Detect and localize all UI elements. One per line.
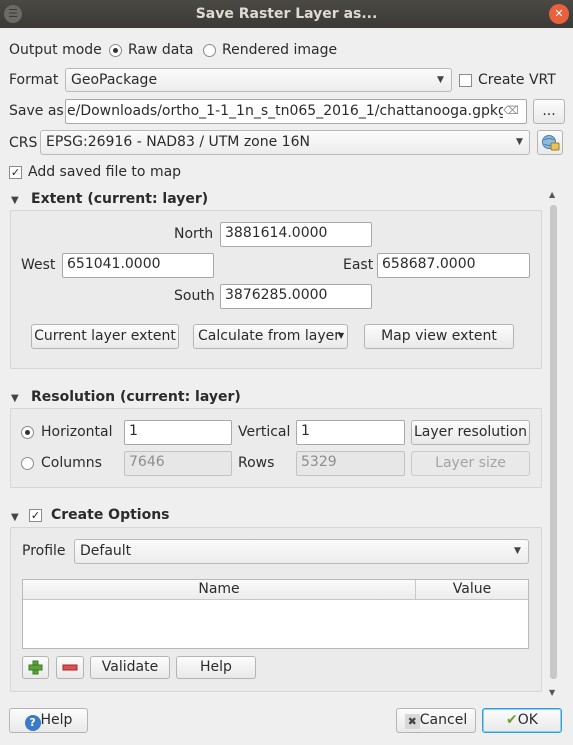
south-input[interactable]: 3876285.0000 <box>220 284 372 309</box>
minus-icon <box>62 664 78 671</box>
horizontal-label[interactable]: Horizontal <box>41 424 112 440</box>
chevron-down-icon: ▼ <box>514 546 521 556</box>
plus-icon <box>28 660 43 675</box>
add-to-map-checkbox[interactable]: ✓ <box>9 166 22 179</box>
close-icon[interactable]: ✕ <box>549 4 569 24</box>
east-label: East <box>343 257 374 273</box>
chevron-down-icon: ▼ <box>516 137 523 147</box>
profile-label: Profile <box>22 543 66 559</box>
browse-button[interactable]: ... <box>533 99 565 124</box>
cancel-button[interactable]: ✖ Cancel <box>396 708 476 733</box>
create-options-title[interactable]: Create Options <box>51 507 170 523</box>
validate-button[interactable]: Validate <box>90 656 170 679</box>
options-help-button[interactable]: Help <box>176 656 256 679</box>
chevron-down-icon: ▼ <box>437 75 444 85</box>
extent-section-title[interactable]: Extent (current: layer) <box>31 191 208 207</box>
profile-value: Default <box>80 543 132 559</box>
layer-size-button: Layer size <box>411 451 530 476</box>
checkmark-icon: ✔ <box>506 712 518 728</box>
crs-select[interactable]: EPSG:26916 - NAD83 / UTM zone 16N ▼ <box>40 130 530 155</box>
output-mode-label: Output mode <box>9 42 102 58</box>
help-label: Help <box>40 712 73 728</box>
format-select[interactable]: GeoPackage ▼ <box>65 68 452 92</box>
current-layer-extent-button[interactable]: Current layer extent <box>31 324 179 349</box>
rows-input: 5329 <box>296 451 405 476</box>
rendered-image-label[interactable]: Rendered image <box>222 42 337 58</box>
crs-label: CRS <box>9 135 38 151</box>
east-input[interactable]: 658687.0000 <box>377 253 530 278</box>
crs-value: EPSG:26916 - NAD83 / UTM zone 16N <box>46 134 310 150</box>
cancel-icon: ✖ <box>404 714 420 729</box>
globe-icon <box>542 135 560 151</box>
clear-icon[interactable]: ⌫ <box>503 104 519 118</box>
north-label: North <box>174 226 214 242</box>
crs-selector-button[interactable] <box>537 130 563 155</box>
horizontal-input[interactable]: 1 <box>124 420 232 445</box>
profile-select[interactable]: Default ▼ <box>74 539 529 564</box>
scroll-down-icon[interactable]: ▼ <box>549 688 555 697</box>
window-title: Save Raster Layer as... <box>195 6 378 22</box>
create-vrt-label[interactable]: Create VRT <box>478 72 556 88</box>
west-input[interactable]: 651041.0000 <box>62 253 214 278</box>
columns-label[interactable]: Columns <box>41 455 102 471</box>
map-view-extent-button[interactable]: Map view extent <box>364 324 514 349</box>
ok-button[interactable]: ✔OK <box>482 708 562 733</box>
horizontal-radio[interactable] <box>21 426 34 439</box>
vertical-input[interactable]: 1 <box>296 420 405 445</box>
help-button[interactable]: ? Help <box>9 708 88 733</box>
name-column-header[interactable]: Name <box>23 580 415 600</box>
rendered-image-radio[interactable] <box>203 44 216 57</box>
calculate-from-layer-label: Calculate from layer <box>198 328 340 344</box>
ok-label: OK <box>517 712 538 728</box>
save-as-input[interactable]: e/Downloads/ortho_1-1_1n_s_tn065_2016_1/… <box>65 99 527 124</box>
rows-label: Rows <box>238 455 275 471</box>
collapse-triangle-icon[interactable]: ▼ <box>11 195 19 206</box>
scroll-thumb[interactable] <box>550 205 557 679</box>
dropdown-arrow-icon: ▼ <box>338 331 345 340</box>
add-option-button[interactable] <box>22 656 49 679</box>
cancel-label: Cancel <box>419 712 468 728</box>
vertical-label: Vertical <box>238 424 291 440</box>
scroll-up-icon[interactable]: ▲ <box>549 190 555 199</box>
columns-input: 7646 <box>124 451 232 476</box>
collapse-triangle-icon[interactable]: ▼ <box>11 393 19 404</box>
save-as-value: e/Downloads/ortho_1-1_1n_s_tn065_2016_1/… <box>67 103 507 119</box>
create-vrt-checkbox[interactable] <box>459 74 472 87</box>
north-input[interactable]: 3881614.0000 <box>220 222 372 247</box>
raw-data-radio[interactable] <box>109 44 122 57</box>
layer-resolution-button[interactable]: Layer resolution <box>411 420 530 445</box>
format-value: GeoPackage <box>71 72 158 88</box>
remove-option-button[interactable] <box>56 656 84 679</box>
help-icon: ? <box>24 715 41 731</box>
value-column-header[interactable]: Value <box>415 580 528 600</box>
create-options-checkbox[interactable]: ✓ <box>29 509 42 522</box>
save-as-label: Save as <box>9 103 64 119</box>
columns-radio[interactable] <box>21 457 34 470</box>
resolution-section-title[interactable]: Resolution (current: layer) <box>31 389 241 405</box>
raw-data-label[interactable]: Raw data <box>128 42 193 58</box>
south-label: South <box>174 288 215 304</box>
collapse-triangle-icon[interactable]: ▼ <box>11 512 19 523</box>
west-label: West <box>21 257 56 273</box>
calculate-from-layer-button[interactable]: Calculate from layer ▼ <box>193 324 348 349</box>
format-label: Format <box>9 72 59 88</box>
add-to-map-label[interactable]: Add saved file to map <box>28 164 181 180</box>
